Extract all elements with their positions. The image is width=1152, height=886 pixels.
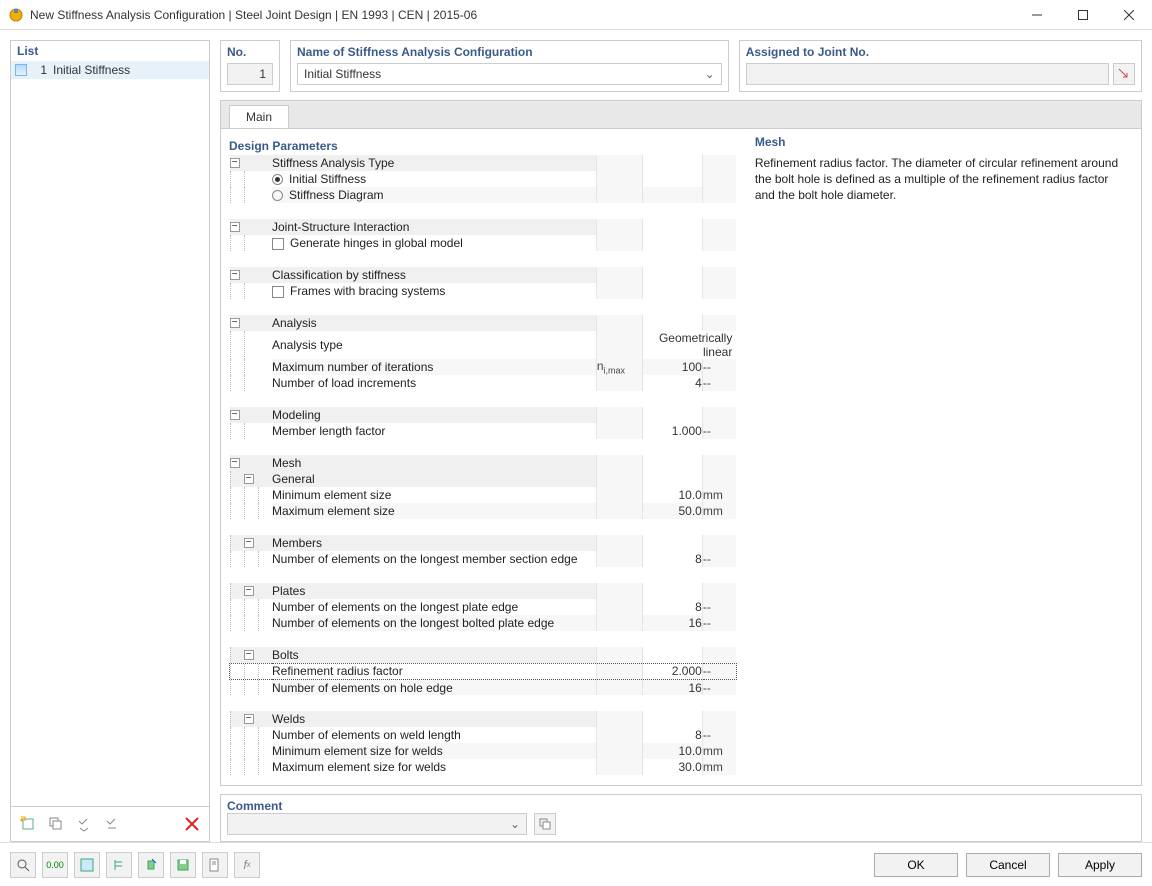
design-parameters-title: Design Parameters bbox=[229, 137, 737, 155]
row-min-element[interactable]: Minimum element size 10.0mm bbox=[230, 487, 737, 503]
row-max-element[interactable]: Maximum element size 50.0mm bbox=[230, 503, 737, 519]
list-panel: List 1 Initial Stiffness bbox=[10, 40, 210, 842]
row-weld-min[interactable]: Minimum element size for welds 10.0mm bbox=[230, 743, 737, 759]
row-weld-max[interactable]: Maximum element size for welds 30.0mm bbox=[230, 759, 737, 775]
chevron-down-icon: ⌄ bbox=[510, 817, 526, 831]
assign-box: Assigned to Joint No. bbox=[739, 40, 1142, 92]
row-load-increments[interactable]: Number of load increments 4-- bbox=[230, 375, 737, 391]
row-generate-hinges[interactable]: Generate hinges in global model bbox=[230, 235, 737, 251]
help-panel: Mesh Refinement radius factor. The diame… bbox=[745, 129, 1141, 785]
check-remove-button[interactable] bbox=[99, 811, 125, 837]
new-item-button[interactable] bbox=[15, 811, 41, 837]
name-dropdown[interactable]: Initial Stiffness ⌄ bbox=[297, 63, 722, 85]
pick-joint-button[interactable] bbox=[1113, 63, 1135, 85]
chevron-down-icon: ⌄ bbox=[705, 67, 715, 81]
radio-icon[interactable] bbox=[272, 174, 283, 185]
minimize-button[interactable] bbox=[1014, 0, 1060, 30]
copy-item-button[interactable] bbox=[43, 811, 69, 837]
row-stiffness-type[interactable]: − Stiffness Analysis Type bbox=[230, 155, 737, 171]
row-analysis[interactable]: − Analysis bbox=[230, 315, 737, 331]
report-button[interactable] bbox=[202, 852, 228, 878]
comment-label: Comment bbox=[227, 799, 1135, 813]
ok-button[interactable]: OK bbox=[874, 853, 958, 877]
row-mesh[interactable]: − Mesh bbox=[230, 455, 737, 471]
cancel-button[interactable]: Cancel bbox=[966, 853, 1050, 877]
footer: 0.00 fx OK Cancel Apply bbox=[0, 842, 1152, 886]
list-item-name: Initial Stiffness bbox=[53, 63, 130, 77]
no-field[interactable]: 1 bbox=[227, 63, 273, 85]
apply-button[interactable]: Apply bbox=[1058, 853, 1142, 877]
copy-comment-button[interactable] bbox=[534, 813, 556, 835]
delete-button[interactable] bbox=[179, 811, 205, 837]
no-label: No. bbox=[227, 45, 273, 59]
row-plate-bolted[interactable]: Number of elements on the longest bolted… bbox=[230, 615, 737, 631]
row-member-length[interactable]: Member length factor 1.000-- bbox=[230, 423, 737, 439]
row-classification[interactable]: − Classification by stiffness bbox=[230, 267, 737, 283]
row-members[interactable]: − Members bbox=[230, 535, 737, 551]
row-joint-structure[interactable]: − Joint-Structure Interaction bbox=[230, 219, 737, 235]
help-title: Mesh bbox=[755, 135, 1131, 149]
assign-label: Assigned to Joint No. bbox=[746, 45, 1135, 59]
row-general[interactable]: − General bbox=[230, 471, 737, 487]
list-item[interactable]: 1 Initial Stiffness bbox=[11, 61, 209, 79]
list-item-no: 1 bbox=[33, 63, 47, 77]
parameters-panel: Design Parameters − Stiffness Analysis T… bbox=[221, 129, 745, 785]
row-modeling[interactable]: − Modeling bbox=[230, 407, 737, 423]
function-button[interactable]: fx bbox=[234, 852, 260, 878]
tree-button[interactable] bbox=[106, 852, 132, 878]
collapse-icon[interactable]: − bbox=[230, 158, 240, 168]
search-icon-button[interactable] bbox=[10, 852, 36, 878]
row-member-edge[interactable]: Number of elements on the longest member… bbox=[230, 551, 737, 567]
row-welds[interactable]: − Welds bbox=[230, 711, 737, 727]
export-button[interactable] bbox=[138, 852, 164, 878]
checkbox-icon[interactable] bbox=[272, 286, 284, 298]
row-hole-edge[interactable]: Number of elements on hole edge 16-- bbox=[230, 679, 737, 695]
row-plate-edge[interactable]: Number of elements on the longest plate … bbox=[230, 599, 737, 615]
name-label: Name of Stiffness Analysis Configuration bbox=[297, 45, 722, 59]
row-frames-bracing[interactable]: Frames with bracing systems bbox=[230, 283, 737, 299]
close-button[interactable] bbox=[1106, 0, 1152, 30]
check-down-button[interactable] bbox=[71, 811, 97, 837]
list-header: List bbox=[11, 41, 209, 61]
row-refinement-radius[interactable]: Refinement radius factor 2.000-- bbox=[230, 663, 737, 679]
app-icon bbox=[8, 7, 24, 23]
window-title: New Stiffness Analysis Configuration | S… bbox=[30, 8, 1014, 22]
window-button[interactable] bbox=[74, 852, 100, 878]
name-box: Name of Stiffness Analysis Configuration… bbox=[290, 40, 729, 92]
units-button[interactable]: 0.00 bbox=[42, 852, 68, 878]
help-text: Refinement radius factor. The diameter o… bbox=[755, 155, 1131, 204]
no-box: No. 1 bbox=[220, 40, 280, 92]
maximize-button[interactable] bbox=[1060, 0, 1106, 30]
row-weld-length[interactable]: Number of elements on weld length 8-- bbox=[230, 727, 737, 743]
page-icon bbox=[15, 64, 27, 76]
row-max-iterations[interactable]: Maximum number of iterations ni,max 100-… bbox=[230, 359, 737, 375]
checkbox-icon[interactable] bbox=[272, 238, 284, 250]
name-value: Initial Stiffness bbox=[304, 67, 381, 81]
radio-icon bbox=[272, 190, 283, 201]
title-bar: New Stiffness Analysis Configuration | S… bbox=[0, 0, 1152, 30]
row-bolts[interactable]: − Bolts bbox=[230, 647, 737, 663]
tab-main[interactable]: Main bbox=[229, 105, 289, 128]
comment-box: Comment ⌄ bbox=[220, 794, 1142, 842]
row-analysis-type[interactable]: Analysis type Geometrically linear bbox=[230, 331, 737, 359]
assign-field[interactable] bbox=[746, 63, 1109, 85]
save-button[interactable] bbox=[170, 852, 196, 878]
row-option-initial[interactable]: Initial Stiffness bbox=[230, 171, 737, 187]
row-plates[interactable]: − Plates bbox=[230, 583, 737, 599]
comment-dropdown[interactable]: ⌄ bbox=[227, 813, 527, 835]
row-option-diagram: Stiffness Diagram bbox=[230, 187, 737, 203]
